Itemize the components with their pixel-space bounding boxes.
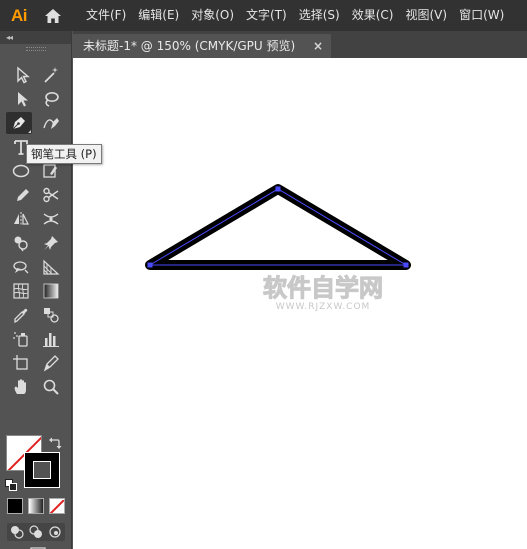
direct-selection-tool-icon[interactable] (10, 88, 36, 110)
menu-window[interactable]: 窗口(W) (453, 0, 510, 31)
lasso-tool-icon[interactable] (38, 88, 64, 110)
anchor-point (403, 262, 409, 268)
menu-edit[interactable]: 编辑(E) (132, 0, 185, 31)
anchor-point (147, 262, 153, 268)
none-mode-button[interactable] (49, 498, 65, 514)
width-tool-icon[interactable] (38, 208, 64, 230)
watermark-sub-text: WWW.RJZXW.COM (276, 302, 371, 312)
document-tab[interactable]: 未标题-1* @ 150% (CMYK/GPU 预览) × (73, 34, 331, 58)
triangle-path[interactable] (145, 184, 411, 270)
menu-items: 文件(F) 编辑(E) 对象(O) 文字(T) 选择(S) 效果(C) 视图(V… (82, 0, 510, 31)
app-logo: Ai (11, 5, 28, 25)
default-fill-stroke-icon[interactable] (5, 476, 17, 491)
slice-tool-icon[interactable] (38, 352, 64, 374)
eyedropper-tool-icon[interactable] (8, 304, 34, 326)
scissors-tool-icon[interactable] (38, 184, 64, 206)
site-watermark: 软件自学网 WWW.RJZXW.COM (263, 274, 384, 313)
tools-panel-header: ◂◂ (0, 31, 71, 44)
column-graph-tool-icon[interactable] (38, 328, 64, 350)
illustrator-window: Ai 文件(F) 编辑(E) 对象(O) 文字(T) 选择(S) 效果(C) 视… (0, 0, 527, 549)
tools-panel: ◂◂ (0, 31, 72, 549)
mesh-grid-tool-icon[interactable] (8, 280, 34, 302)
menu-bar: Ai 文件(F) 编辑(E) 对象(O) 文字(T) 选择(S) 效果(C) 视… (0, 0, 527, 31)
color-mode-button[interactable] (7, 498, 23, 514)
drawing-modes (7, 523, 65, 541)
draw-normal-icon[interactable] (10, 525, 24, 539)
document-tab-bar: 未标题-1* @ 150% (CMYK/GPU 预览) × (73, 31, 527, 58)
menu-type[interactable]: 文字(T) (240, 0, 293, 31)
puppet-warp-tool-icon[interactable] (38, 232, 64, 254)
close-tab-icon[interactable]: × (313, 34, 323, 58)
zoom-tool-icon[interactable] (38, 376, 64, 398)
pen-tool-icon[interactable] (6, 112, 32, 134)
panel-grip[interactable] (26, 47, 46, 51)
artboard-tool-icon[interactable] (8, 352, 34, 374)
hand-tool-icon[interactable] (8, 376, 34, 398)
gradient-mode-button[interactable] (28, 498, 44, 514)
home-icon[interactable] (38, 0, 68, 31)
anchor-point (275, 186, 281, 192)
perspective-grid-tool-icon[interactable] (8, 256, 34, 278)
selection-tool-icon[interactable] (10, 64, 36, 86)
gradient-tool-icon[interactable] (38, 280, 64, 302)
reflect-tool-icon[interactable] (8, 208, 34, 230)
draw-inside-icon[interactable] (48, 525, 62, 539)
document-tab-title: 未标题-1* @ 150% (CMYK/GPU 预览) (83, 39, 296, 53)
menu-effect[interactable]: 效果(C) (346, 0, 400, 31)
draw-behind-icon[interactable] (29, 525, 43, 539)
swap-fill-stroke-icon[interactable] (48, 435, 62, 449)
pen-tool-tooltip: 钢笔工具 (P) (26, 144, 102, 164)
watermark-main-text: 软件自学网 (263, 274, 383, 302)
menu-select[interactable]: 选择(S) (293, 0, 346, 31)
menu-file[interactable]: 文件(F) (82, 0, 132, 31)
collapse-panel-icon[interactable]: ◂◂ (6, 31, 13, 44)
symbol-sprayer-tool-icon[interactable] (8, 328, 34, 350)
pencil-tool-icon[interactable] (10, 184, 36, 206)
menu-view[interactable]: 视图(V) (399, 0, 453, 31)
mesh-tool-icon[interactable] (38, 256, 64, 278)
menu-object[interactable]: 对象(O) (185, 0, 240, 31)
magic-wand-tool-icon[interactable] (38, 64, 64, 86)
blend-tool-icon[interactable] (38, 304, 64, 326)
shape-builder-tool-icon[interactable] (8, 232, 34, 254)
curvature-tool-icon[interactable] (38, 112, 64, 134)
stroke-color-swatch[interactable] (24, 452, 60, 488)
